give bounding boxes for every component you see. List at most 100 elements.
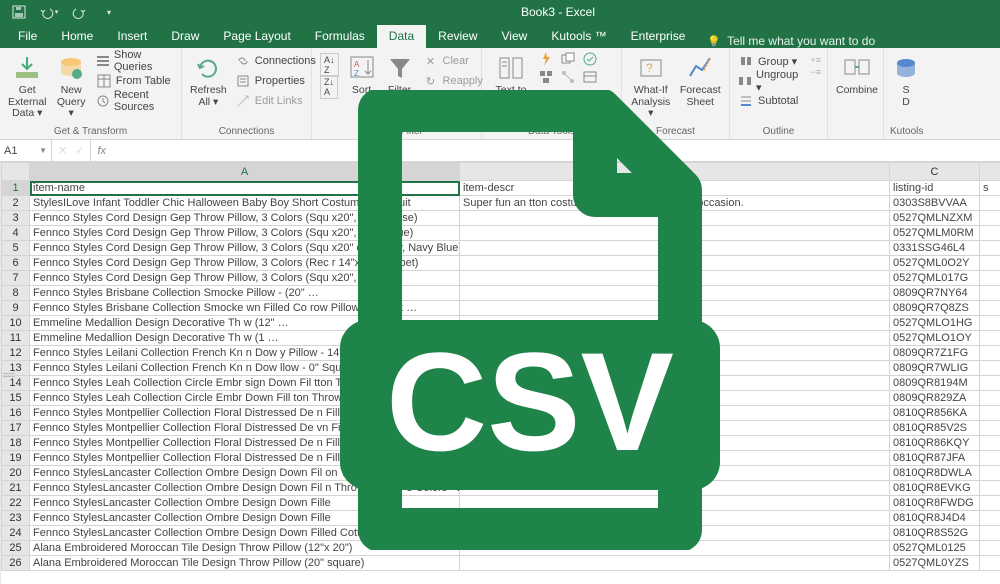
- cell[interactable]: [980, 316, 1000, 331]
- row-header[interactable]: 17: [2, 421, 30, 436]
- row-header[interactable]: 11: [2, 331, 30, 346]
- cell[interactable]: 0810QR8J4D4: [890, 511, 980, 526]
- forecast-sheet-button[interactable]: ForecastSheet: [678, 51, 724, 110]
- hide-detail-icon[interactable]: −≡: [810, 67, 821, 77]
- row-header[interactable]: 15: [2, 391, 30, 406]
- cell[interactable]: [460, 361, 890, 376]
- cell[interactable]: [980, 511, 1000, 526]
- data-model-icon[interactable]: [582, 69, 602, 85]
- cell[interactable]: [980, 256, 1000, 271]
- cell[interactable]: StylesILove Infant Toddler Chic Hallowee…: [30, 196, 460, 211]
- tell-me-search[interactable]: 💡Tell me what you want to do: [707, 34, 875, 48]
- cell[interactable]: [980, 481, 1000, 496]
- cell[interactable]: [980, 466, 1000, 481]
- column-header-a[interactable]: A: [30, 163, 460, 181]
- connections-button[interactable]: Connections: [233, 51, 318, 71]
- cell[interactable]: Super fun an tton costume for halloween …: [460, 196, 890, 211]
- row-header[interactable]: 22: [2, 496, 30, 511]
- cell[interactable]: [980, 541, 1000, 556]
- cell[interactable]: [460, 301, 890, 316]
- cell[interactable]: 0809QR829ZA: [890, 391, 980, 406]
- cell[interactable]: [980, 421, 1000, 436]
- cell[interactable]: [460, 271, 890, 286]
- tab-kutools[interactable]: Kutools ™: [539, 25, 618, 48]
- cell[interactable]: [980, 391, 1000, 406]
- cell[interactable]: [460, 241, 890, 256]
- cell[interactable]: 0809QR7Z1FG: [890, 346, 980, 361]
- cell[interactable]: 0527QMLO1HG: [890, 316, 980, 331]
- tab-draw[interactable]: Draw: [159, 25, 211, 48]
- show-queries-button[interactable]: Show Queries: [94, 51, 175, 71]
- row-header[interactable]: 9: [2, 301, 30, 316]
- cell[interactable]: Fennco Styles Montpellier Collection Flo…: [30, 406, 460, 421]
- cell[interactable]: [460, 376, 890, 391]
- from-table-button[interactable]: From Table: [94, 71, 175, 91]
- recent-sources-button[interactable]: Recent Sources: [94, 91, 175, 111]
- refresh-all-button[interactable]: RefreshAll ▾: [188, 51, 229, 110]
- cell[interactable]: Fennco Styles Cord Design Gep Throw Pill…: [30, 271, 460, 286]
- cell[interactable]: [980, 196, 1000, 211]
- cell[interactable]: Fennco Styles Cord Design Gep Throw Pill…: [30, 226, 460, 241]
- cell[interactable]: Fennco Styles Brisbane Collection Smocke…: [30, 286, 460, 301]
- row-header[interactable]: 18: [2, 436, 30, 451]
- sort-desc-button[interactable]: Z↓A: [318, 77, 341, 97]
- row-header[interactable]: 20: [2, 466, 30, 481]
- combine-button[interactable]: Combine: [834, 51, 880, 99]
- row-header[interactable]: 19: [2, 451, 30, 466]
- cell[interactable]: 0527QMLNZXM: [890, 211, 980, 226]
- tab-review[interactable]: Review: [426, 25, 489, 48]
- cell[interactable]: listing-id: [890, 181, 980, 196]
- data-validation-icon[interactable]: [582, 51, 602, 67]
- new-query-button[interactable]: NewQuery ▾: [53, 51, 90, 122]
- cell[interactable]: [980, 241, 1000, 256]
- cell[interactable]: 0810QR856KA: [890, 406, 980, 421]
- cell[interactable]: [460, 391, 890, 406]
- cell[interactable]: [980, 211, 1000, 226]
- cell[interactable]: 0809QR7Q8ZS: [890, 301, 980, 316]
- column-header-d[interactable]: [980, 163, 1000, 181]
- cell[interactable]: 0810QR8DWLA: [890, 466, 980, 481]
- cell[interactable]: Fennco StylesLancaster Collection Ombre …: [30, 526, 460, 541]
- name-box[interactable]: A1▼: [0, 140, 52, 161]
- cell[interactable]: [460, 466, 890, 481]
- row-header[interactable]: 12: [2, 346, 30, 361]
- cell[interactable]: [980, 346, 1000, 361]
- cell[interactable]: [980, 361, 1000, 376]
- cell[interactable]: 0527QML0YZS: [890, 556, 980, 571]
- cell[interactable]: [460, 406, 890, 421]
- cell[interactable]: 0810QR85V2S: [890, 421, 980, 436]
- cell[interactable]: 0810QR8EVKG: [890, 481, 980, 496]
- cell[interactable]: [980, 301, 1000, 316]
- cell[interactable]: Fennco Styles Leah Collection Circle Emb…: [30, 391, 460, 406]
- tab-page-layout[interactable]: Page Layout: [211, 25, 302, 48]
- cell[interactable]: [460, 331, 890, 346]
- cell[interactable]: Emmeline Medallion Design Decorative Th …: [30, 331, 460, 346]
- cell[interactable]: 0809QR7NY64: [890, 286, 980, 301]
- relationships-icon[interactable]: [560, 69, 580, 85]
- row-header[interactable]: 8: [2, 286, 30, 301]
- cell[interactable]: 0809QR7WLIG: [890, 361, 980, 376]
- cell[interactable]: 0303S8BVVAA: [890, 196, 980, 211]
- cell[interactable]: [460, 346, 890, 361]
- row-header[interactable]: 21: [2, 481, 30, 496]
- cell[interactable]: Fennco Styles Leah Collection Circle Emb…: [30, 376, 460, 391]
- cell[interactable]: Fennco Styles Cord Design Gep Throw Pill…: [30, 241, 460, 256]
- row-header[interactable]: 16: [2, 406, 30, 421]
- cell[interactable]: Fennco Styles Montpellier Collection Flo…: [30, 436, 460, 451]
- row-header[interactable]: 14: [2, 376, 30, 391]
- show-detail-icon[interactable]: +≡: [810, 55, 821, 65]
- cell[interactable]: item-name: [30, 181, 460, 196]
- cell[interactable]: Alana Embroidered Moroccan Tile Design T…: [30, 541, 460, 556]
- cell[interactable]: [980, 271, 1000, 286]
- cell[interactable]: Fennco StylesLancaster Collection Ombre …: [30, 496, 460, 511]
- cell[interactable]: [460, 556, 890, 571]
- cell[interactable]: 0527QML017G: [890, 271, 980, 286]
- tab-file[interactable]: File: [6, 25, 49, 48]
- cell[interactable]: Fennco Styles Leilani Collection French …: [30, 346, 460, 361]
- consolidate-icon[interactable]: [538, 69, 558, 85]
- column-header-c[interactable]: C: [890, 163, 980, 181]
- tab-insert[interactable]: Insert: [105, 25, 159, 48]
- row-header[interactable]: 5: [2, 241, 30, 256]
- cell[interactable]: Fennco Styles Cord Design Gep Throw Pill…: [30, 256, 460, 271]
- tab-formulas[interactable]: Formulas: [303, 25, 377, 48]
